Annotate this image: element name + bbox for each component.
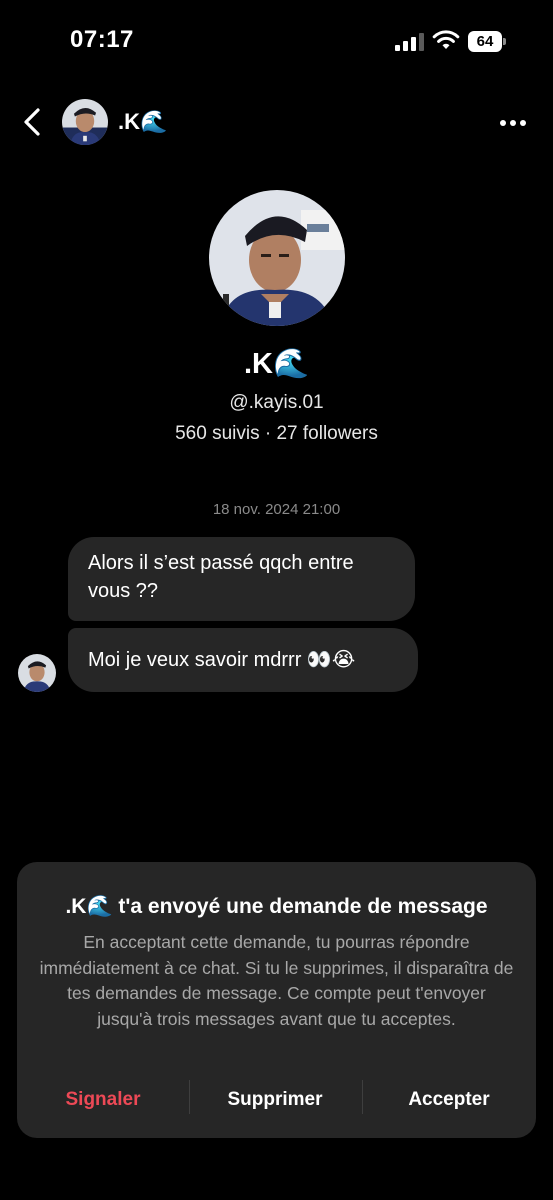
message-request-card: .K🌊 t'a envoyé une demande de message En…	[17, 862, 536, 1138]
chat-header: .K🌊	[0, 95, 553, 151]
profile-handle: @.kayis.01	[229, 392, 324, 413]
header-avatar[interactable]	[62, 99, 108, 145]
request-title: .K🌊 t'a envoyé une demande de message	[65, 895, 488, 918]
profile-name: .K🌊	[243, 348, 310, 380]
more-options-button[interactable]	[496, 113, 530, 133]
profile-picture	[209, 190, 345, 326]
more-horizontal-icon	[500, 120, 506, 126]
status-bar: 07:17 64	[0, 0, 553, 80]
battery-level: 64	[468, 31, 502, 52]
profile-stats: 560 suivis · 27 followers	[175, 423, 378, 444]
avatar-image	[62, 99, 108, 145]
wifi-icon	[432, 29, 460, 51]
battery-icon: 64	[468, 31, 506, 52]
avatar-image	[18, 654, 56, 692]
status-time: 07:17	[70, 26, 134, 53]
message-bubble[interactable]: Alors il s’est passé qqch entre vous ??	[68, 537, 415, 621]
report-button[interactable]: Signaler	[17, 1080, 189, 1120]
request-description: En acceptant cette demande, tu pourras r…	[39, 932, 514, 1029]
chevron-left-icon	[24, 108, 40, 136]
cellular-signal-icon	[395, 33, 425, 51]
header-username[interactable]: .K🌊	[118, 109, 167, 135]
delete-button[interactable]: Supprimer	[189, 1080, 361, 1120]
sender-avatar[interactable]	[18, 654, 56, 692]
message-bubble[interactable]: Moi je veux savoir mdrrr 👀😭	[68, 628, 418, 692]
profile-avatar[interactable]	[209, 190, 345, 326]
request-actions: Signaler Supprimer Accepter	[17, 1080, 536, 1120]
back-button[interactable]	[18, 107, 46, 137]
accept-button[interactable]: Accepter	[362, 1080, 536, 1120]
message-timestamp: 18 nov. 2024 21:00	[212, 501, 341, 518]
